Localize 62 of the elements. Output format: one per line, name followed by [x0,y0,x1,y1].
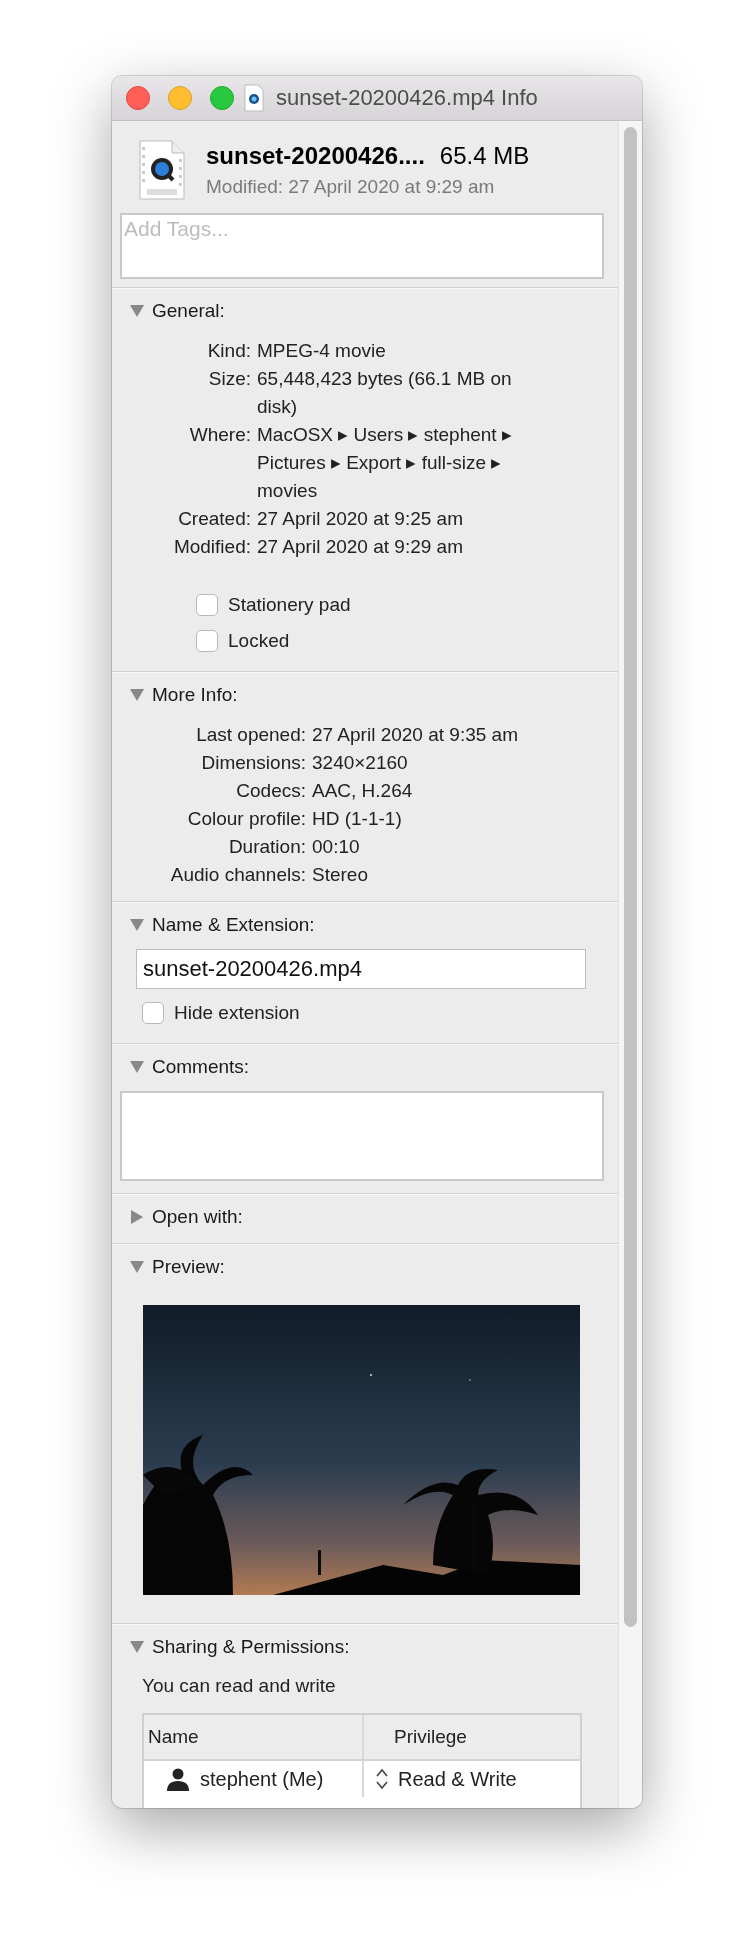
disclosure-triangle-icon[interactable] [130,1641,144,1653]
property-value: HD (1-1-1) [312,807,403,831]
property-label: Last opened: [195,723,306,747]
disclosure-triangle-icon[interactable] [130,1061,144,1073]
comments-field[interactable] [120,1091,604,1181]
checkbox[interactable] [196,594,218,616]
scrollbar[interactable] [618,121,642,1808]
tags-field[interactable]: Add Tags... [120,213,604,279]
property-value: 00:10 [312,835,361,859]
property-value: 3240×2160 [312,751,409,775]
disclosure-triangle-icon[interactable] [130,305,144,317]
property-value: AAC, H.264 [312,779,414,803]
zoom-button[interactable] [210,86,234,110]
name-field[interactable]: sunset-20200426.mp4 [136,949,586,989]
permission-summary: You can read and write [141,1674,337,1697]
property-value: 27 April 2020 at 9:29 am [257,535,464,559]
property-label: Where: [188,423,251,447]
column-header[interactable]: Name [144,1715,362,1759]
section-title: Name & Extension: [152,914,315,936]
property-label: Size: [207,367,251,391]
user-name: stephent (Me) [200,1767,324,1791]
movie-file-icon [138,139,186,201]
property-label: Dimensions: [200,751,306,775]
user-icon [166,1767,190,1791]
property-label: Kind: [206,339,251,363]
privilege-value[interactable]: Read & Write [398,1767,517,1791]
property-value: Stereo [312,863,369,887]
checkbox[interactable] [196,630,218,652]
section-title: Sharing & Permissions: [152,1636,350,1658]
disclosure-triangle-icon[interactable] [130,919,144,931]
file-name: sunset-20200426.... [206,142,425,170]
close-button[interactable] [126,86,150,110]
property-value: 27 April 2020 at 9:35 am [312,723,519,747]
property-value: MPEG-4 movie [257,339,387,363]
minimize-button[interactable] [168,86,192,110]
section-title: More Info: [152,684,238,706]
column-header[interactable]: Privilege [362,1715,580,1759]
disclosure-triangle-icon[interactable] [130,689,144,701]
modified-date: Modified: 27 April 2020 at 9:29 am [206,176,496,198]
checkbox[interactable] [142,1002,164,1024]
property-label: Audio channels: [169,863,306,887]
property-label: Codecs: [235,779,306,803]
section-title: General: [152,300,225,322]
section-title: Open with: [152,1206,243,1228]
window-title: sunset-20200426.mp4 Info [276,85,538,111]
checkbox-label: Locked [228,630,290,652]
up-down-arrows-icon[interactable] [376,1768,388,1790]
checkbox-label: Hide extension [174,1002,300,1024]
property-value: MacOSX ▸ Users ▸ stephent ▸ Pictures ▸ Export ▸ full-size ▸ movies [257,423,513,503]
property-value: 27 April 2020 at 9:25 am [257,507,464,531]
disclosure-triangle-icon[interactable] [130,1261,144,1273]
checkbox-label: Stationery pad [228,594,351,616]
property-label: Modified: [172,535,251,559]
disclosure-triangle-icon[interactable] [131,1210,143,1224]
section-title: Preview: [152,1256,225,1278]
property-label: Colour profile: [186,807,306,831]
section-title: Comments: [152,1056,250,1078]
file-size: 65.4 MB [439,142,530,170]
property-value: 65,448,423 bytes (66.1 MB on disk) [257,367,513,419]
property-label: Duration: [227,835,306,859]
movie-file-icon [244,84,264,112]
property-label: Created: [177,507,251,531]
